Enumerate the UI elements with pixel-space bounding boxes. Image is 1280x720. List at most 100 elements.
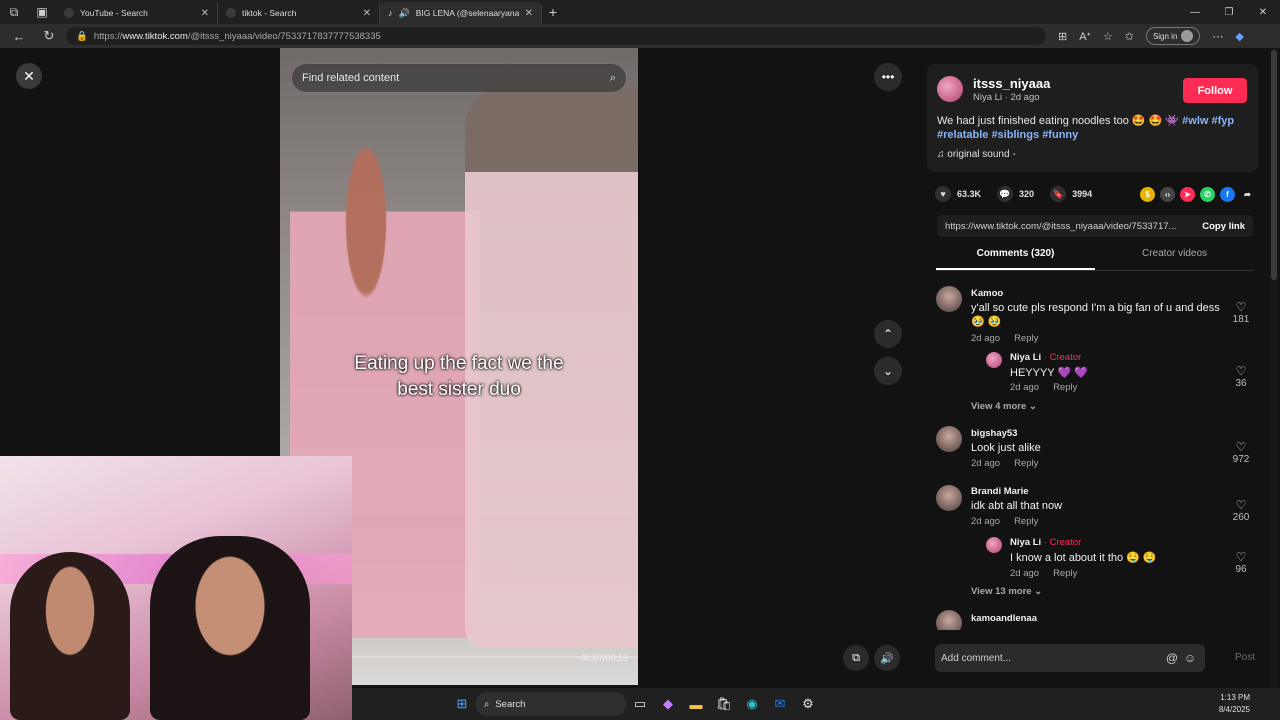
tab-youtube[interactable]: YouTube - Search ✕	[56, 2, 218, 24]
author-username[interactable]: itsss_niyaaa	[973, 76, 1050, 91]
engagement-stats: ♥ 63.3K 💬 320 🔖 3994 $ ‹› ➤ ✆ f ➦	[935, 185, 1255, 203]
favorite-star-icon[interactable]: ☆	[1103, 30, 1113, 43]
tab-big-lena[interactable]: ♪ 🔊 BIG LENA (@selenaaryanaa) ✕	[380, 2, 542, 24]
send-icon[interactable]: ➤	[1180, 186, 1195, 202]
post-comment-button[interactable]: Post	[1235, 652, 1255, 663]
file-explorer-icon[interactable]: ▬	[682, 692, 710, 716]
sound-link[interactable]: ♫ original sound -	[937, 149, 1016, 160]
heart-icon[interactable]: ♡	[1229, 550, 1253, 564]
tab-tiktok-search[interactable]: tiktok - Search ✕	[218, 2, 380, 24]
comment-author[interactable]: Kamoo	[971, 288, 1003, 299]
view-more-replies[interactable]: View 13 more ⌄	[971, 586, 1042, 597]
edge-icon[interactable]: ◉	[738, 692, 766, 716]
picture-in-picture-button[interactable]: ⧉	[843, 645, 869, 671]
avatar[interactable]	[986, 352, 1002, 368]
comment-author[interactable]: Niya Li · Creator	[1010, 537, 1081, 548]
reply-button[interactable]: Reply	[1053, 382, 1077, 393]
mention-icon[interactable]: @	[1163, 651, 1181, 665]
comment-like[interactable]: ♡ 260	[1229, 498, 1253, 523]
windows-start-icon[interactable]: ⊞	[448, 692, 476, 716]
page-scrollbar[interactable]	[1270, 48, 1278, 688]
minimize-icon[interactable]: —	[1178, 7, 1212, 18]
comment-author[interactable]: bigshay53	[971, 428, 1017, 439]
heart-icon[interactable]: ♡	[1229, 440, 1253, 454]
heart-icon[interactable]: ♡	[1229, 300, 1253, 314]
comment-author[interactable]: kamoandlenaa	[971, 613, 1037, 624]
avatar[interactable]	[936, 485, 962, 511]
url-field[interactable]: 🔒 https://www.tiktok.com/@itsss_niyaaa/v…	[66, 27, 1046, 45]
tab-actions-icon[interactable]: ▣	[28, 0, 56, 24]
comment-like[interactable]: ♡ 36	[1229, 364, 1253, 389]
restore-icon[interactable]: ❐	[1212, 7, 1246, 18]
hashtag-link[interactable]: #fyp	[1212, 115, 1235, 127]
hashtag-link[interactable]: #relatable	[937, 129, 988, 141]
emoji-icon[interactable]: ☺	[1181, 651, 1199, 665]
coin-icon[interactable]: $	[1140, 186, 1155, 202]
reply-button[interactable]: Reply	[1014, 333, 1038, 344]
search-icon[interactable]: ⌕	[610, 72, 616, 85]
comment-like[interactable]: ♡ 181	[1229, 300, 1253, 325]
avatar[interactable]	[936, 426, 962, 452]
app-available-icon[interactable]: ⊞	[1058, 30, 1067, 43]
refresh-button[interactable]: ↻	[36, 28, 62, 44]
comment-icon[interactable]: 💬	[997, 186, 1014, 202]
more-options-button[interactable]: •••	[874, 63, 902, 91]
whatsapp-icon[interactable]: ✆	[1200, 186, 1215, 202]
app-icon[interactable]: ⚙	[794, 692, 822, 716]
task-view-icon[interactable]: ▭	[626, 692, 654, 716]
new-tab-button[interactable]: +	[542, 4, 564, 20]
heart-icon[interactable]: ♡	[1229, 364, 1253, 378]
tab-creator-videos[interactable]: Creator videos	[1095, 248, 1254, 270]
copilot-icon[interactable]: ◆	[1235, 30, 1243, 43]
related-search-field[interactable]: Find related content ⌕	[291, 63, 627, 93]
hashtag-link[interactable]: #funny	[1042, 129, 1078, 141]
video-link-text[interactable]: https://www.tiktok.com/@itsss_niyaaa/vid…	[945, 221, 1194, 232]
taskbar-search[interactable]: ⌕ Search	[476, 692, 626, 716]
comment-author[interactable]: Brandi Marie	[971, 486, 1029, 497]
read-aloud-icon[interactable]: Aᐩ	[1079, 30, 1091, 43]
store-icon[interactable]: 🛍	[710, 692, 738, 716]
system-clock[interactable]: 1:13 PM 8/4/2025	[1219, 692, 1250, 716]
close-icon[interactable]: ✕	[525, 8, 533, 19]
tab-comments[interactable]: Comments (320)	[936, 248, 1095, 270]
heart-icon[interactable]: ♥	[935, 186, 951, 202]
bookmark-icon[interactable]: 🔖	[1050, 186, 1067, 202]
facebook-icon[interactable]: f	[1220, 186, 1235, 202]
comment-like[interactable]: ♡ 972	[1229, 440, 1253, 465]
close-icon[interactable]: ✕	[201, 8, 209, 19]
reply-button[interactable]: Reply	[1014, 516, 1038, 527]
add-comment-field[interactable]: Add comment... @ ☺	[935, 644, 1205, 672]
comment-text: I know a lot about it tho 🤤 🤤	[1010, 552, 1157, 564]
workspaces-icon[interactable]: ⧉	[0, 0, 28, 24]
scrollbar-thumb[interactable]	[1271, 50, 1277, 280]
speaker-icon[interactable]: 🔊	[399, 8, 410, 19]
heart-icon[interactable]: ♡	[1229, 498, 1253, 512]
volume-button[interactable]: 🔊	[874, 645, 900, 671]
avatar[interactable]	[936, 286, 962, 312]
comment-like[interactable]: ♡ 96	[1229, 550, 1253, 575]
avatar[interactable]	[986, 537, 1002, 553]
close-icon[interactable]: ✕	[363, 8, 371, 19]
sign-in-button[interactable]: Sign in	[1145, 27, 1201, 45]
author-avatar[interactable]	[937, 76, 963, 102]
reply-button[interactable]: Reply	[1014, 458, 1038, 469]
share-arrow-icon[interactable]: ➦	[1240, 187, 1255, 202]
next-video-button[interactable]: ⌄	[874, 357, 902, 385]
collections-icon[interactable]: ✩	[1125, 30, 1134, 43]
embed-icon[interactable]: ‹›	[1160, 186, 1175, 202]
more-menu-icon[interactable]: ⋯	[1212, 30, 1223, 43]
copy-link-button[interactable]: Copy link	[1202, 221, 1245, 232]
close-video-button[interactable]: ✕	[16, 63, 42, 89]
previous-video-button[interactable]: ⌃	[874, 320, 902, 348]
comment-author[interactable]: Niya Li · Creator	[1010, 352, 1081, 363]
reply-button[interactable]: Reply	[1053, 568, 1077, 579]
follow-button[interactable]: Follow	[1183, 78, 1247, 103]
outlook-icon[interactable]: ✉	[766, 692, 794, 716]
hashtag-link[interactable]: #wlw	[1182, 115, 1208, 127]
copilot-icon[interactable]: ◆	[654, 692, 682, 716]
hashtag-link[interactable]: #siblings	[991, 129, 1039, 141]
back-button[interactable]: ←	[6, 29, 32, 44]
close-window-icon[interactable]: ✕	[1246, 7, 1280, 18]
view-more-replies[interactable]: View 4 more ⌄	[971, 401, 1037, 412]
avatar[interactable]	[936, 610, 962, 630]
